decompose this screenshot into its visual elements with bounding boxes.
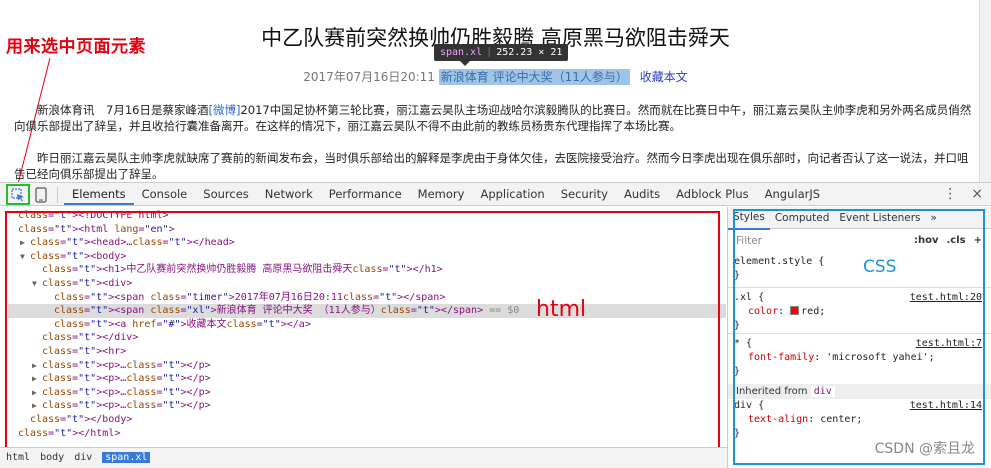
tab-sources[interactable]: Sources [195, 183, 257, 205]
breadcrumb-item[interactable]: div [74, 452, 92, 463]
breadcrumb-item[interactable]: span.xl [102, 452, 151, 463]
tab-console[interactable]: Console [134, 183, 196, 205]
paragraph-text: 新浪体育讯 7月16日是蔡家峰酒 [37, 103, 209, 117]
inspect-tooltip: span.xl | 252.23 × 21 [434, 44, 569, 61]
favorite-link[interactable]: 收藏本文 [640, 70, 688, 84]
tab-memory[interactable]: Memory [410, 183, 473, 205]
article-meta: 2017年07月16日20:11 新浪体育 评论中大奖（11人参与） 收藏本文 [0, 68, 991, 85]
select-element-annotation: 用来选中页面元素 [6, 37, 146, 57]
page-scrollbar[interactable] [979, 0, 991, 182]
tab-performance[interactable]: Performance [321, 183, 410, 205]
tab-application[interactable]: Application [472, 183, 552, 205]
more-options-icon[interactable]: ⋮ [943, 186, 957, 202]
css-annotation: CSS [863, 257, 897, 277]
article-paragraph: 新浪体育讯 7月16日是蔡家峰酒[微博]2017中国足协杯第三轮比赛，丽江嘉云昊… [14, 102, 976, 134]
tooltip-tag: span.xl [440, 47, 483, 58]
tab-elements[interactable]: Elements [64, 183, 134, 205]
watermark: CSDN @索且龙 [874, 441, 975, 457]
tab-network[interactable]: Network [257, 183, 321, 205]
elements-panel: class="t"><!DOCTYPE html> class="t"><html… [0, 207, 727, 468]
devtools-toolbar: Elements Console Sources Network Performance… [0, 182, 991, 206]
tooltip-arrow [460, 61, 470, 66]
breadcrumb: html body div span.xl [0, 447, 727, 468]
cursor-select-icon[interactable] [6, 184, 30, 205]
toolbar-divider [57, 187, 58, 203]
devtools-tabs: Elements Console Sources Network Performance… [64, 183, 828, 205]
weibo-link[interactable]: [微博] [208, 103, 240, 117]
device-toggle-icon[interactable] [34, 186, 48, 203]
tab-angularjs[interactable]: AngularJS [757, 183, 828, 205]
article-source-link[interactable]: 新浪体育 评论中大奖（11人参与） [438, 69, 630, 85]
toolbar-right-controls: ⋮ × [943, 183, 983, 205]
article-timer: 2017年07月16日20:11 [303, 70, 435, 84]
breadcrumb-item[interactable]: body [40, 452, 64, 463]
styles-panel: Styles Computed Event Listeners» Filter :h… [727, 207, 991, 468]
tab-audits[interactable]: Audits [616, 183, 668, 205]
tab-adblock-plus[interactable]: Adblock Plus [668, 183, 757, 205]
html-highlight-box [5, 211, 720, 459]
close-icon[interactable]: × [971, 186, 983, 202]
page-preview: 中乙队赛前突然换帅仍胜毅腾 高原黑马欲阻击舜天 用来选中页面元素 span.xl… [0, 0, 991, 182]
tooltip-size: 252.23 × 21 [496, 47, 563, 58]
article-paragraph: 昨日丽江嘉云昊队主帅李虎就缺席了赛前的新闻发布会，当时俱乐部给出的解释是李虎由于… [14, 151, 969, 181]
html-annotation: html [536, 297, 587, 322]
css-highlight-box [733, 209, 985, 465]
breadcrumb-item[interactable]: html [6, 452, 30, 463]
tab-security[interactable]: Security [553, 183, 616, 205]
